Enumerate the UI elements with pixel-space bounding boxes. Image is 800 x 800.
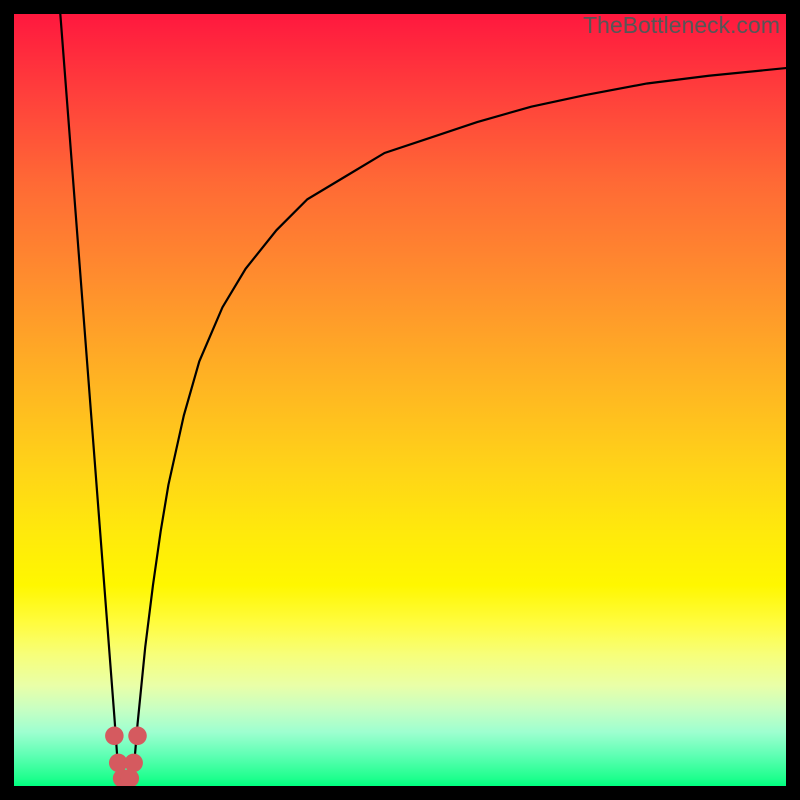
marker-dot: [105, 727, 124, 746]
marker-dot: [124, 754, 143, 773]
chart-plot-area: TheBottleneck.com: [14, 14, 786, 786]
curve-right-branch: [134, 68, 786, 771]
curve-left-branch: [60, 14, 118, 771]
curve-markers: [105, 727, 147, 786]
chart-frame: TheBottleneck.com: [0, 0, 800, 800]
chart-curve-svg: [14, 14, 786, 786]
marker-dot: [128, 727, 147, 746]
curve-group: [60, 14, 786, 786]
